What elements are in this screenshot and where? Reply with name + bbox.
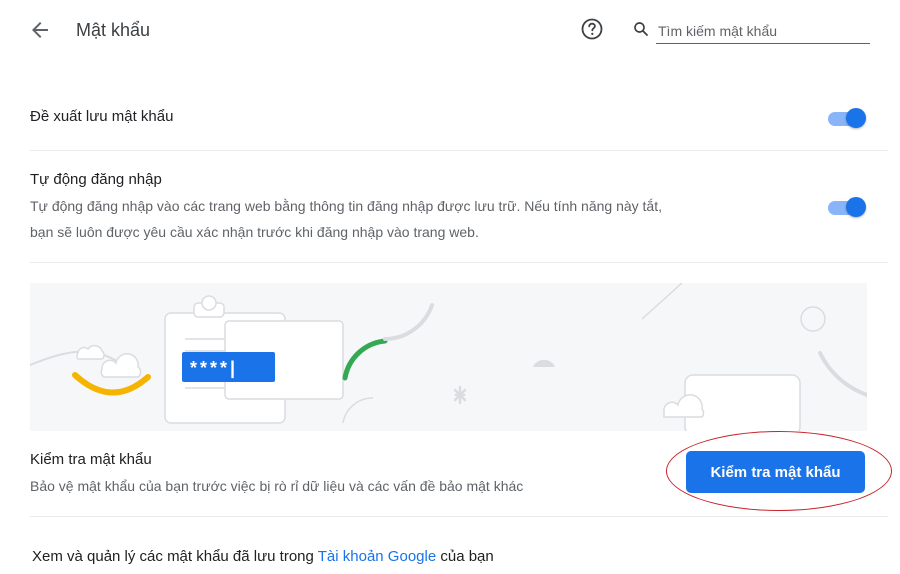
search-input[interactable]: [656, 18, 870, 44]
auto-sign-in-description-line2: bạn sẽ luôn được yêu cầu xác nhận trước …: [30, 224, 479, 240]
manage-passwords-text: Xem và quản lý các mật khẩu đã lưu trong…: [32, 548, 494, 565]
cloud-icon: [76, 345, 142, 378]
google-account-link[interactable]: Tài khoản Google: [318, 548, 436, 565]
offer-to-save-toggle[interactable]: [826, 108, 866, 128]
page-title: Mật khẩu: [76, 20, 151, 40]
back-button[interactable]: [28, 18, 52, 42]
arrow-back-icon: [32, 22, 48, 38]
auto-sign-in-label: Tự động đăng nhập: [30, 171, 162, 188]
help-button[interactable]: [580, 17, 604, 41]
password-check-title: Kiểm tra mật khẩu: [30, 451, 152, 468]
password-check-description: Bảo vệ mật khẩu của bạn trước việc bị rò…: [30, 478, 524, 494]
search-icon: [634, 22, 648, 36]
offer-to-save-label: Đề xuất lưu mật khẩu: [30, 108, 174, 125]
footer-text-before: Xem và quản lý các mật khẩu đã lưu trong: [32, 548, 318, 565]
highlight-annotation: [666, 431, 892, 511]
search-box[interactable]: [632, 18, 870, 46]
divider: [30, 150, 888, 151]
divider: [30, 516, 888, 517]
footer-text-after: của bạn: [436, 548, 494, 565]
toggle-knob: [846, 197, 866, 217]
help-circle-icon: [581, 18, 603, 40]
auto-sign-in-toggle[interactable]: [826, 197, 866, 217]
toggle-knob: [846, 108, 866, 128]
password-mask-text: ****|: [190, 358, 238, 378]
illustration-graphic: ****|: [30, 283, 867, 431]
password-check-illustration: ****|: [30, 283, 867, 431]
divider: [30, 262, 888, 263]
auto-sign-in-description-line1: Tự động đăng nhập vào các trang web bằng…: [30, 198, 662, 214]
